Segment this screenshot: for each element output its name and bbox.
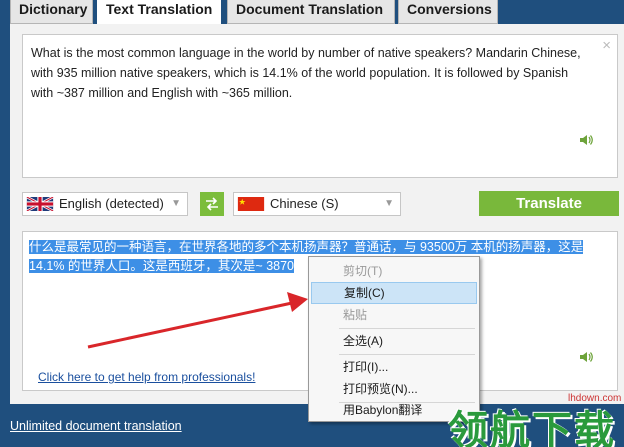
annotation-arrow-icon [87,292,308,349]
watermark-logo: 领航下载 [448,408,616,447]
